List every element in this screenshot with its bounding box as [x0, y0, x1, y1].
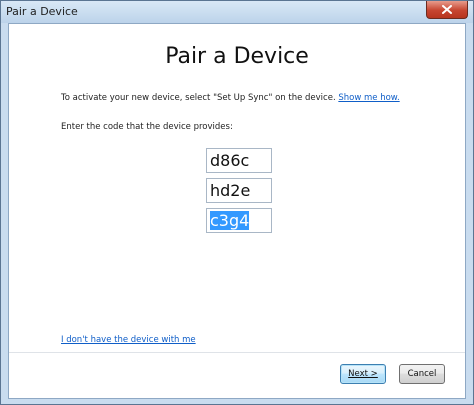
- code-field-1[interactable]: d86c: [206, 148, 272, 173]
- pair-device-dialog: Pair a Device Pair a Device To activate …: [0, 0, 474, 405]
- page-title: Pair a Device: [165, 44, 309, 69]
- next-button-label: Next >: [348, 369, 378, 379]
- cancel-button-label: Cancel: [407, 369, 437, 379]
- code-field-1-value: d86c: [210, 151, 250, 170]
- close-button[interactable]: [426, 1, 468, 19]
- next-button[interactable]: Next >: [340, 364, 386, 384]
- no-device-link[interactable]: I don't have the device with me: [61, 335, 196, 345]
- close-icon: [442, 5, 452, 14]
- code-field-3[interactable]: c3g4: [206, 208, 272, 233]
- code-instruction: Enter the code that the device provides:: [61, 122, 233, 132]
- window-title: Pair a Device: [6, 5, 78, 18]
- code-field-3-value: c3g4: [210, 211, 250, 230]
- footer-divider: [9, 352, 465, 353]
- intro-text-body: To activate your new device, select "Set…: [61, 93, 339, 103]
- code-field-2[interactable]: hd2e: [206, 178, 272, 203]
- code-field-2-value: hd2e: [210, 181, 251, 200]
- intro-text: To activate your new device, select "Set…: [61, 93, 400, 103]
- dialog-content: Pair a Device To activate your new devic…: [8, 23, 466, 399]
- show-me-how-link[interactable]: Show me how.: [338, 93, 399, 103]
- cancel-button[interactable]: Cancel: [399, 364, 445, 384]
- title-bar[interactable]: Pair a Device: [1, 1, 473, 23]
